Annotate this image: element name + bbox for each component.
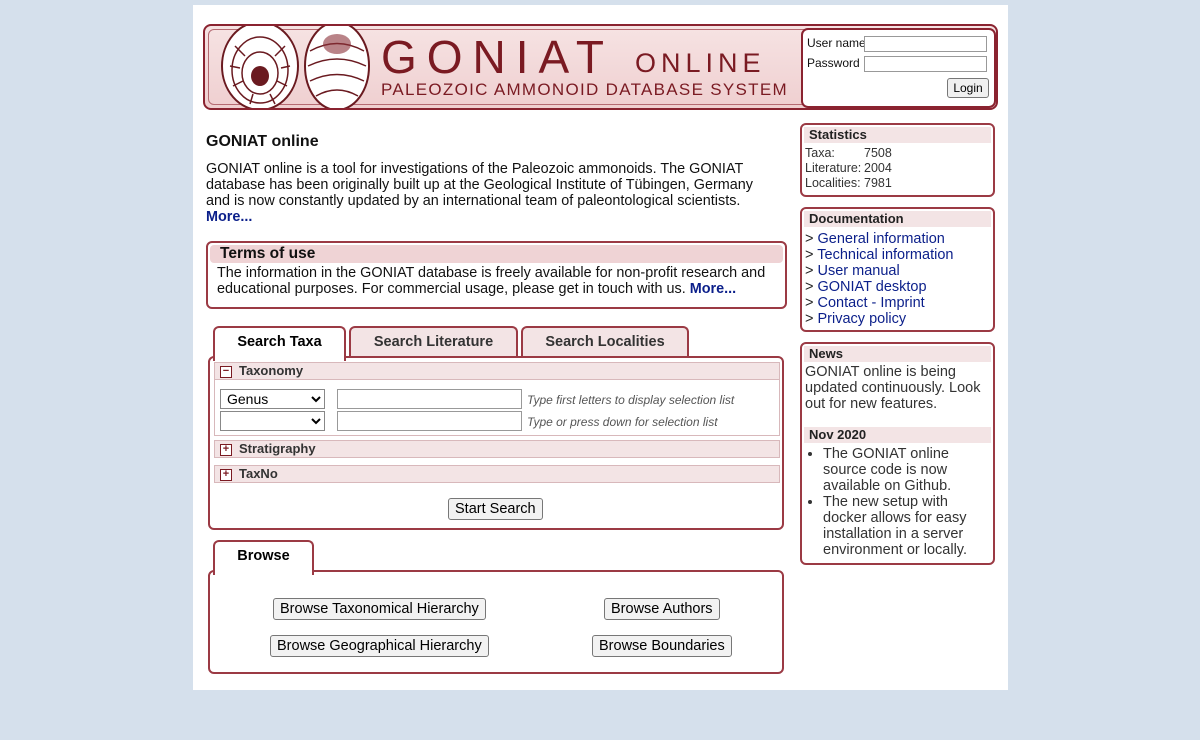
taxonomy-label: Taxonomy	[239, 363, 304, 378]
intro-more-link[interactable]: More...	[206, 209, 252, 225]
username-label: User name	[807, 36, 866, 50]
doc-link-label[interactable]: General information	[818, 231, 945, 247]
statistics-box: Statistics Taxa: 7508 Literature: 2004 Loc…	[800, 123, 995, 197]
browse-boundaries-button[interactable]: Browse Boundaries	[592, 635, 732, 657]
browse-geographical-button[interactable]: Browse Geographical Hierarchy	[270, 635, 489, 657]
taxonomy-header[interactable]: − Taxonomy	[214, 362, 780, 380]
doc-link-label[interactable]: GONIAT desktop	[818, 279, 927, 295]
start-search-button[interactable]: Start Search	[448, 498, 543, 520]
terms-more-link[interactable]: More...	[690, 281, 736, 297]
collapse-icon[interactable]: −	[220, 366, 232, 378]
browse-panel: Browse Taxonomical Hierarchy Browse Auth…	[208, 570, 784, 674]
stat-value: 7981	[864, 176, 892, 190]
taxon-hint: Type first letters to display selection …	[527, 393, 735, 407]
statistics-title: Statistics	[804, 127, 991, 143]
link-prefix: >	[805, 263, 814, 279]
link-prefix: >	[805, 247, 814, 263]
taxno-label: TaxNo	[239, 466, 278, 481]
doc-link-technical[interactable]: > Technical information	[802, 247, 993, 263]
news-text: GONIAT online is being updated continuou…	[805, 364, 981, 412]
taxno-header[interactable]: + TaxNo	[214, 465, 780, 483]
news-list: The GONIAT online source code is now ava…	[802, 446, 993, 558]
intro-title: GONIAT online	[206, 133, 319, 150]
stat-label: Taxa:	[805, 146, 835, 160]
stratigraphy-header[interactable]: + Stratigraphy	[214, 440, 780, 458]
stat-label: Literature:	[805, 161, 862, 175]
statistics-rows: Taxa: 7508 Literature: 2004 Localities: 798…	[802, 143, 993, 191]
documentation-box: Documentation > General information > Te…	[800, 207, 995, 332]
expand-icon[interactable]: +	[220, 444, 232, 456]
news-item: The GONIAT online source code is now ava…	[823, 446, 993, 494]
tab-search-localities[interactable]: Search Localities	[521, 326, 689, 358]
login-button[interactable]: Login	[947, 78, 989, 98]
login-box: User name Password Login	[801, 28, 996, 108]
rank-select[interactable]: Genus	[220, 389, 325, 409]
taxonomy-section: − Taxonomy Genus Type first letters to d…	[214, 362, 780, 436]
stat-value: 2004	[864, 161, 892, 175]
password-label: Password	[807, 56, 860, 70]
ammonite-side-icon	[304, 26, 370, 108]
stat-value: 7508	[864, 146, 892, 160]
browse-taxonomical-button[interactable]: Browse Taxonomical Hierarchy	[273, 598, 486, 620]
site-title-suffix: ONLINE	[635, 48, 766, 78]
link-prefix: >	[805, 311, 814, 327]
link-prefix: >	[805, 231, 814, 247]
taxon-hint-2: Type or press down for selection list	[527, 415, 718, 429]
tab-search-literature[interactable]: Search Literature	[349, 326, 518, 358]
doc-link-label[interactable]: Privacy policy	[818, 311, 907, 327]
intro-paragraph: GONIAT online is a tool for investigatio…	[206, 161, 753, 209]
news-title: News	[804, 346, 991, 362]
stratigraphy-label: Stratigraphy	[239, 441, 316, 456]
news-box: News GONIAT online is being updated cont…	[800, 342, 995, 565]
username-input[interactable]	[864, 36, 987, 52]
doc-link-manual[interactable]: > User manual	[802, 263, 993, 279]
link-prefix: >	[805, 279, 814, 295]
browse-authors-button[interactable]: Browse Authors	[604, 598, 720, 620]
intro-text: GONIAT online is a tool for investigatio…	[206, 161, 776, 225]
taxon-input-2[interactable]	[337, 411, 522, 431]
doc-link-label[interactable]: Technical information	[817, 247, 953, 263]
doc-link-contact[interactable]: > Contact - Imprint	[802, 295, 993, 311]
search-panel: − Taxonomy Genus Type first letters to d…	[208, 356, 784, 530]
page-container: GONIAT ONLINE PALEOZOIC AMMONOID DATABAS…	[193, 5, 1008, 690]
documentation-links: > General information > Technical inform…	[802, 227, 993, 327]
tab-browse[interactable]: Browse	[213, 540, 314, 575]
doc-link-label[interactable]: Contact - Imprint	[818, 295, 925, 311]
terms-text-block: The information in the GONIAT database i…	[208, 263, 783, 297]
stat-row-taxa: Taxa: 7508	[802, 146, 993, 161]
doc-link-general[interactable]: > General information	[802, 231, 993, 247]
news-date-title: Nov 2020	[804, 427, 991, 443]
doc-link-privacy[interactable]: > Privacy policy	[802, 311, 993, 327]
taxon-input[interactable]	[337, 389, 522, 409]
doc-link-desktop[interactable]: > GONIAT desktop	[802, 279, 993, 295]
ammonite-logo-icon	[221, 26, 299, 108]
link-prefix: >	[805, 295, 814, 311]
documentation-title: Documentation	[804, 211, 991, 227]
stat-row-localities: Localities: 7981	[802, 176, 993, 191]
expand-icon[interactable]: +	[220, 469, 232, 481]
password-input[interactable]	[864, 56, 987, 72]
site-title: GONIAT	[381, 31, 614, 83]
rank-select-2[interactable]	[220, 411, 325, 431]
site-subtitle: PALEOZOIC AMMONOID DATABASE SYSTEM	[381, 80, 788, 99]
terms-paragraph: The information in the GONIAT database i…	[217, 265, 766, 297]
terms-title: Terms of use	[210, 245, 783, 263]
terms-box: Terms of use The information in the GONI…	[206, 241, 787, 309]
doc-link-label[interactable]: User manual	[818, 263, 900, 279]
stat-row-literature: Literature: 2004	[802, 161, 993, 176]
stat-label: Localities:	[805, 176, 861, 190]
news-item: The new setup with docker allows for eas…	[823, 494, 993, 558]
tab-search-taxa[interactable]: Search Taxa	[213, 326, 346, 361]
